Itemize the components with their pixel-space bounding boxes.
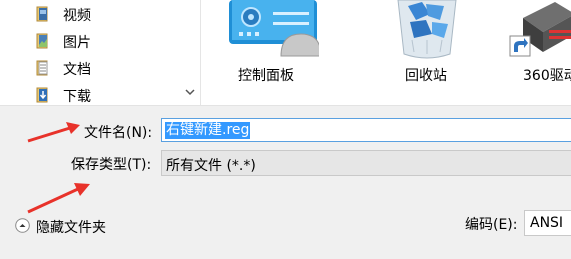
file-item-recycle-bin[interactable]: 回收站 bbox=[370, 0, 480, 105]
file-item-control-panel[interactable]: 控制面板 bbox=[218, 0, 328, 105]
file-browser-area: 视频 图片 文档 下载 控制面板 回收站 360驱动 bbox=[0, 0, 571, 106]
annotation-arrow-icon bbox=[27, 122, 80, 143]
filename-field[interactable]: 右键新建.reg bbox=[161, 118, 571, 142]
video-library-icon bbox=[36, 6, 48, 22]
navigation-pane[interactable]: 视频 图片 文档 下载 bbox=[0, 0, 201, 105]
filename-label: 文件名(N): bbox=[84, 125, 153, 141]
nav-item-label: 文档 bbox=[63, 62, 91, 78]
filetype-value: 所有文件 (*.*) bbox=[166, 158, 256, 174]
downloads-folder-icon bbox=[36, 87, 48, 103]
encoding-value: ANSI bbox=[530, 215, 564, 231]
shortcut-app-icon bbox=[509, 2, 571, 57]
chevron-down-icon[interactable] bbox=[184, 86, 196, 98]
file-item-label: 360驱动 bbox=[523, 68, 571, 84]
file-item-360-app[interactable]: 360驱动 bbox=[505, 0, 571, 105]
encoding-select[interactable]: ANSI bbox=[524, 210, 571, 236]
annotation-arrow-icon bbox=[27, 183, 90, 214]
filename-selected-text: 右键新建.reg bbox=[165, 122, 251, 139]
documents-library-icon bbox=[36, 60, 48, 76]
file-item-label: 回收站 bbox=[405, 68, 447, 84]
filetype-label: 保存类型(T): bbox=[71, 157, 152, 173]
nav-item-label: 下载 bbox=[63, 89, 91, 105]
recycle-bin-icon bbox=[397, 0, 457, 59]
chevron-up-circle-icon bbox=[15, 218, 30, 233]
control-panel-icon bbox=[229, 0, 319, 57]
filetype-select[interactable]: 所有文件 (*.*) bbox=[161, 150, 571, 176]
nav-item-label: 视频 bbox=[63, 8, 91, 24]
encoding-label: 编码(E): bbox=[465, 217, 518, 233]
nav-item-label: 图片 bbox=[63, 35, 91, 51]
pictures-library-icon bbox=[36, 33, 48, 49]
file-item-label: 控制面板 bbox=[238, 68, 294, 84]
hide-folders-label: 隐藏文件夹 bbox=[36, 220, 106, 236]
